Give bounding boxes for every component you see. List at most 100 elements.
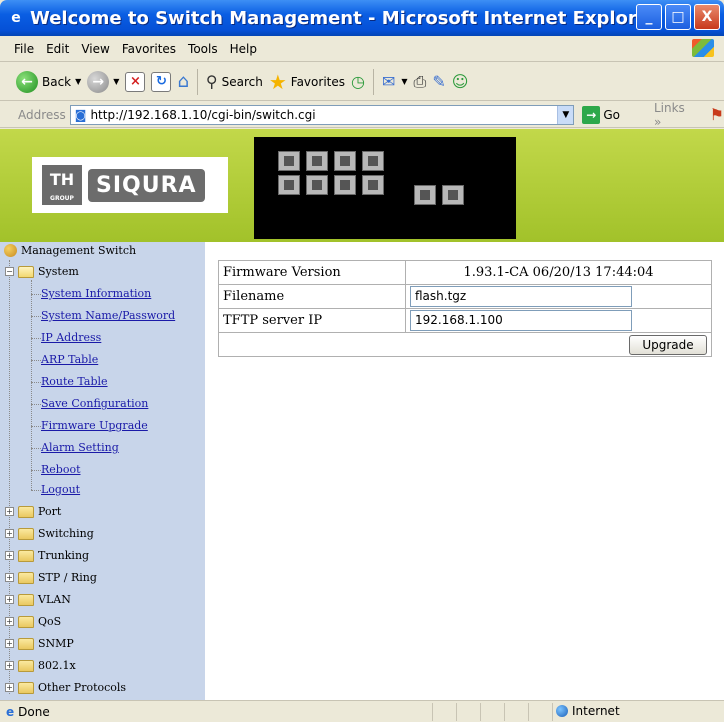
- expand-icon[interactable]: +: [5, 573, 14, 582]
- print-icon[interactable]: ⎙: [414, 72, 427, 92]
- link-logout[interactable]: Logout: [41, 483, 80, 496]
- firmware-version-value: 1.93.1-CA 06/20/13 17:44:04: [405, 260, 712, 285]
- close-button[interactable]: X: [694, 4, 720, 30]
- messenger-icon[interactable]: ☺: [452, 72, 469, 91]
- minimize-button[interactable]: _: [636, 4, 662, 30]
- zone-label: Internet: [572, 704, 620, 718]
- toolbar-extra-icon[interactable]: ⚑: [710, 105, 724, 124]
- link-system-information[interactable]: System Information: [41, 287, 151, 300]
- link-arp-table[interactable]: ARP Table: [41, 353, 98, 366]
- link-reboot[interactable]: Reboot: [41, 463, 81, 476]
- expand-icon[interactable]: +: [5, 507, 14, 516]
- address-url: http://192.168.1.10/cgi-bin/switch.cgi: [90, 107, 316, 122]
- refresh-icon[interactable]: ↻: [151, 71, 172, 92]
- menu-bar: File Edit View Favorites Tools Help: [0, 36, 724, 62]
- home-icon[interactable]: ⌂: [177, 71, 188, 92]
- folder-icon: [18, 681, 34, 694]
- tree-folder-label: STP / Ring: [38, 571, 97, 584]
- mail-dropdown-icon[interactable]: ▼: [401, 77, 407, 86]
- firmware-upgrade-form: Firmware Version 1.93.1-CA 06/20/13 17:4…: [218, 260, 712, 357]
- tree-line: [31, 470, 41, 471]
- link-ip-address[interactable]: IP Address: [41, 331, 101, 344]
- maximize-button[interactable]: □: [665, 4, 691, 30]
- th-group-logo: TH GROUP: [42, 165, 82, 205]
- search-icon: ⚲: [205, 72, 218, 91]
- expand-icon[interactable]: +: [5, 529, 14, 538]
- tree-folder-qos[interactable]: + QoS: [5, 615, 61, 628]
- address-input[interactable]: ◙ http://192.168.1.10/cgi-bin/switch.cgi…: [69, 104, 575, 125]
- menu-file[interactable]: File: [14, 42, 34, 56]
- filename-input[interactable]: flash.tgz: [410, 286, 632, 307]
- stop-icon[interactable]: ×: [125, 71, 146, 92]
- favorites-star-icon: ★: [268, 69, 287, 94]
- tree-root[interactable]: Management Switch: [4, 244, 136, 257]
- history-icon[interactable]: ◷: [351, 72, 365, 91]
- mail-icon[interactable]: ✉: [382, 72, 395, 91]
- tree-folder-label: System: [38, 265, 79, 278]
- link-firmware-upgrade[interactable]: Firmware Upgrade: [41, 419, 148, 432]
- expand-icon[interactable]: +: [5, 617, 14, 626]
- back-button[interactable]: ← Back ▼: [16, 70, 81, 93]
- go-button[interactable]: → Go: [582, 105, 620, 124]
- links-button[interactable]: Links »: [654, 101, 696, 129]
- address-bar: Address ◙ http://192.168.1.10/cgi-bin/sw…: [0, 101, 724, 129]
- tree-folder-label: 802.1x: [38, 659, 76, 672]
- tree-folder-stp-ring[interactable]: + STP / Ring: [5, 571, 97, 584]
- logo-group-text: TH: [49, 170, 75, 189]
- tree-folder-switching[interactable]: + Switching: [5, 527, 94, 540]
- tree-line: [31, 426, 41, 427]
- tree-folder-other-protocols[interactable]: + Other Protocols: [5, 681, 126, 694]
- status-divider: [528, 703, 529, 721]
- tree-folder-port[interactable]: + Port: [5, 505, 61, 518]
- search-button[interactable]: ⚲ Search: [206, 72, 263, 91]
- port-image: [362, 151, 384, 171]
- window-controls: _ □ X: [636, 4, 720, 30]
- back-label: Back: [42, 74, 72, 89]
- filename-cell: flash.tgz: [405, 284, 712, 309]
- forward-button[interactable]: → ▼: [87, 70, 119, 93]
- tree-line: [31, 490, 41, 491]
- tree-folder-snmp[interactable]: + SNMP: [5, 637, 74, 650]
- link-alarm-setting[interactable]: Alarm Setting: [41, 441, 119, 454]
- menu-help[interactable]: Help: [230, 42, 257, 56]
- filename-label: Filename: [218, 284, 406, 309]
- toolbar-separator: [372, 68, 374, 95]
- expand-icon[interactable]: +: [5, 639, 14, 648]
- link-system-name-password[interactable]: System Name/Password: [41, 309, 175, 322]
- port-image: [278, 151, 300, 171]
- windows-logo-icon: [692, 39, 714, 57]
- logo-group-subtext: GROUP: [50, 195, 74, 202]
- menu-edit[interactable]: Edit: [46, 42, 69, 56]
- back-dropdown-icon[interactable]: ▼: [75, 77, 81, 86]
- home-node-icon: [4, 244, 17, 257]
- expand-icon[interactable]: +: [5, 683, 14, 692]
- tftp-server-ip-input[interactable]: 192.168.1.100: [410, 310, 632, 331]
- tree-folder-label: Other Protocols: [38, 681, 127, 694]
- tree-line: [31, 280, 32, 490]
- status-divider: [480, 703, 481, 721]
- status-divider: [552, 703, 553, 721]
- forward-dropdown-icon[interactable]: ▼: [113, 77, 119, 86]
- tree-folder-system[interactable]: − System: [5, 265, 79, 278]
- edit-icon[interactable]: ✎: [432, 72, 445, 91]
- expand-icon[interactable]: +: [5, 595, 14, 604]
- tftp-server-ip-label: TFTP server IP: [218, 308, 406, 333]
- logo-brand-text: SIQURA: [88, 168, 205, 202]
- expand-icon[interactable]: +: [5, 661, 14, 670]
- upgrade-button[interactable]: Upgrade: [629, 334, 707, 355]
- tree-folder-label: VLAN: [38, 593, 71, 606]
- address-dropdown-icon[interactable]: ▼: [557, 105, 574, 124]
- tree-line: [31, 404, 41, 405]
- navigation-tree: Management Switch − System System Inform…: [0, 242, 205, 700]
- tree-folder-8021x[interactable]: + 802.1x: [5, 659, 76, 672]
- tree-folder-vlan[interactable]: + VLAN: [5, 593, 71, 606]
- menu-favorites[interactable]: Favorites: [122, 42, 176, 56]
- favorites-button[interactable]: ★ Favorites: [269, 70, 345, 94]
- expand-icon[interactable]: +: [5, 551, 14, 560]
- tree-folder-trunking[interactable]: + Trunking: [5, 549, 89, 562]
- collapse-icon[interactable]: −: [5, 267, 14, 276]
- menu-view[interactable]: View: [81, 42, 109, 56]
- menu-tools[interactable]: Tools: [188, 42, 218, 56]
- link-save-configuration[interactable]: Save Configuration: [41, 397, 148, 410]
- link-route-table[interactable]: Route Table: [41, 375, 108, 388]
